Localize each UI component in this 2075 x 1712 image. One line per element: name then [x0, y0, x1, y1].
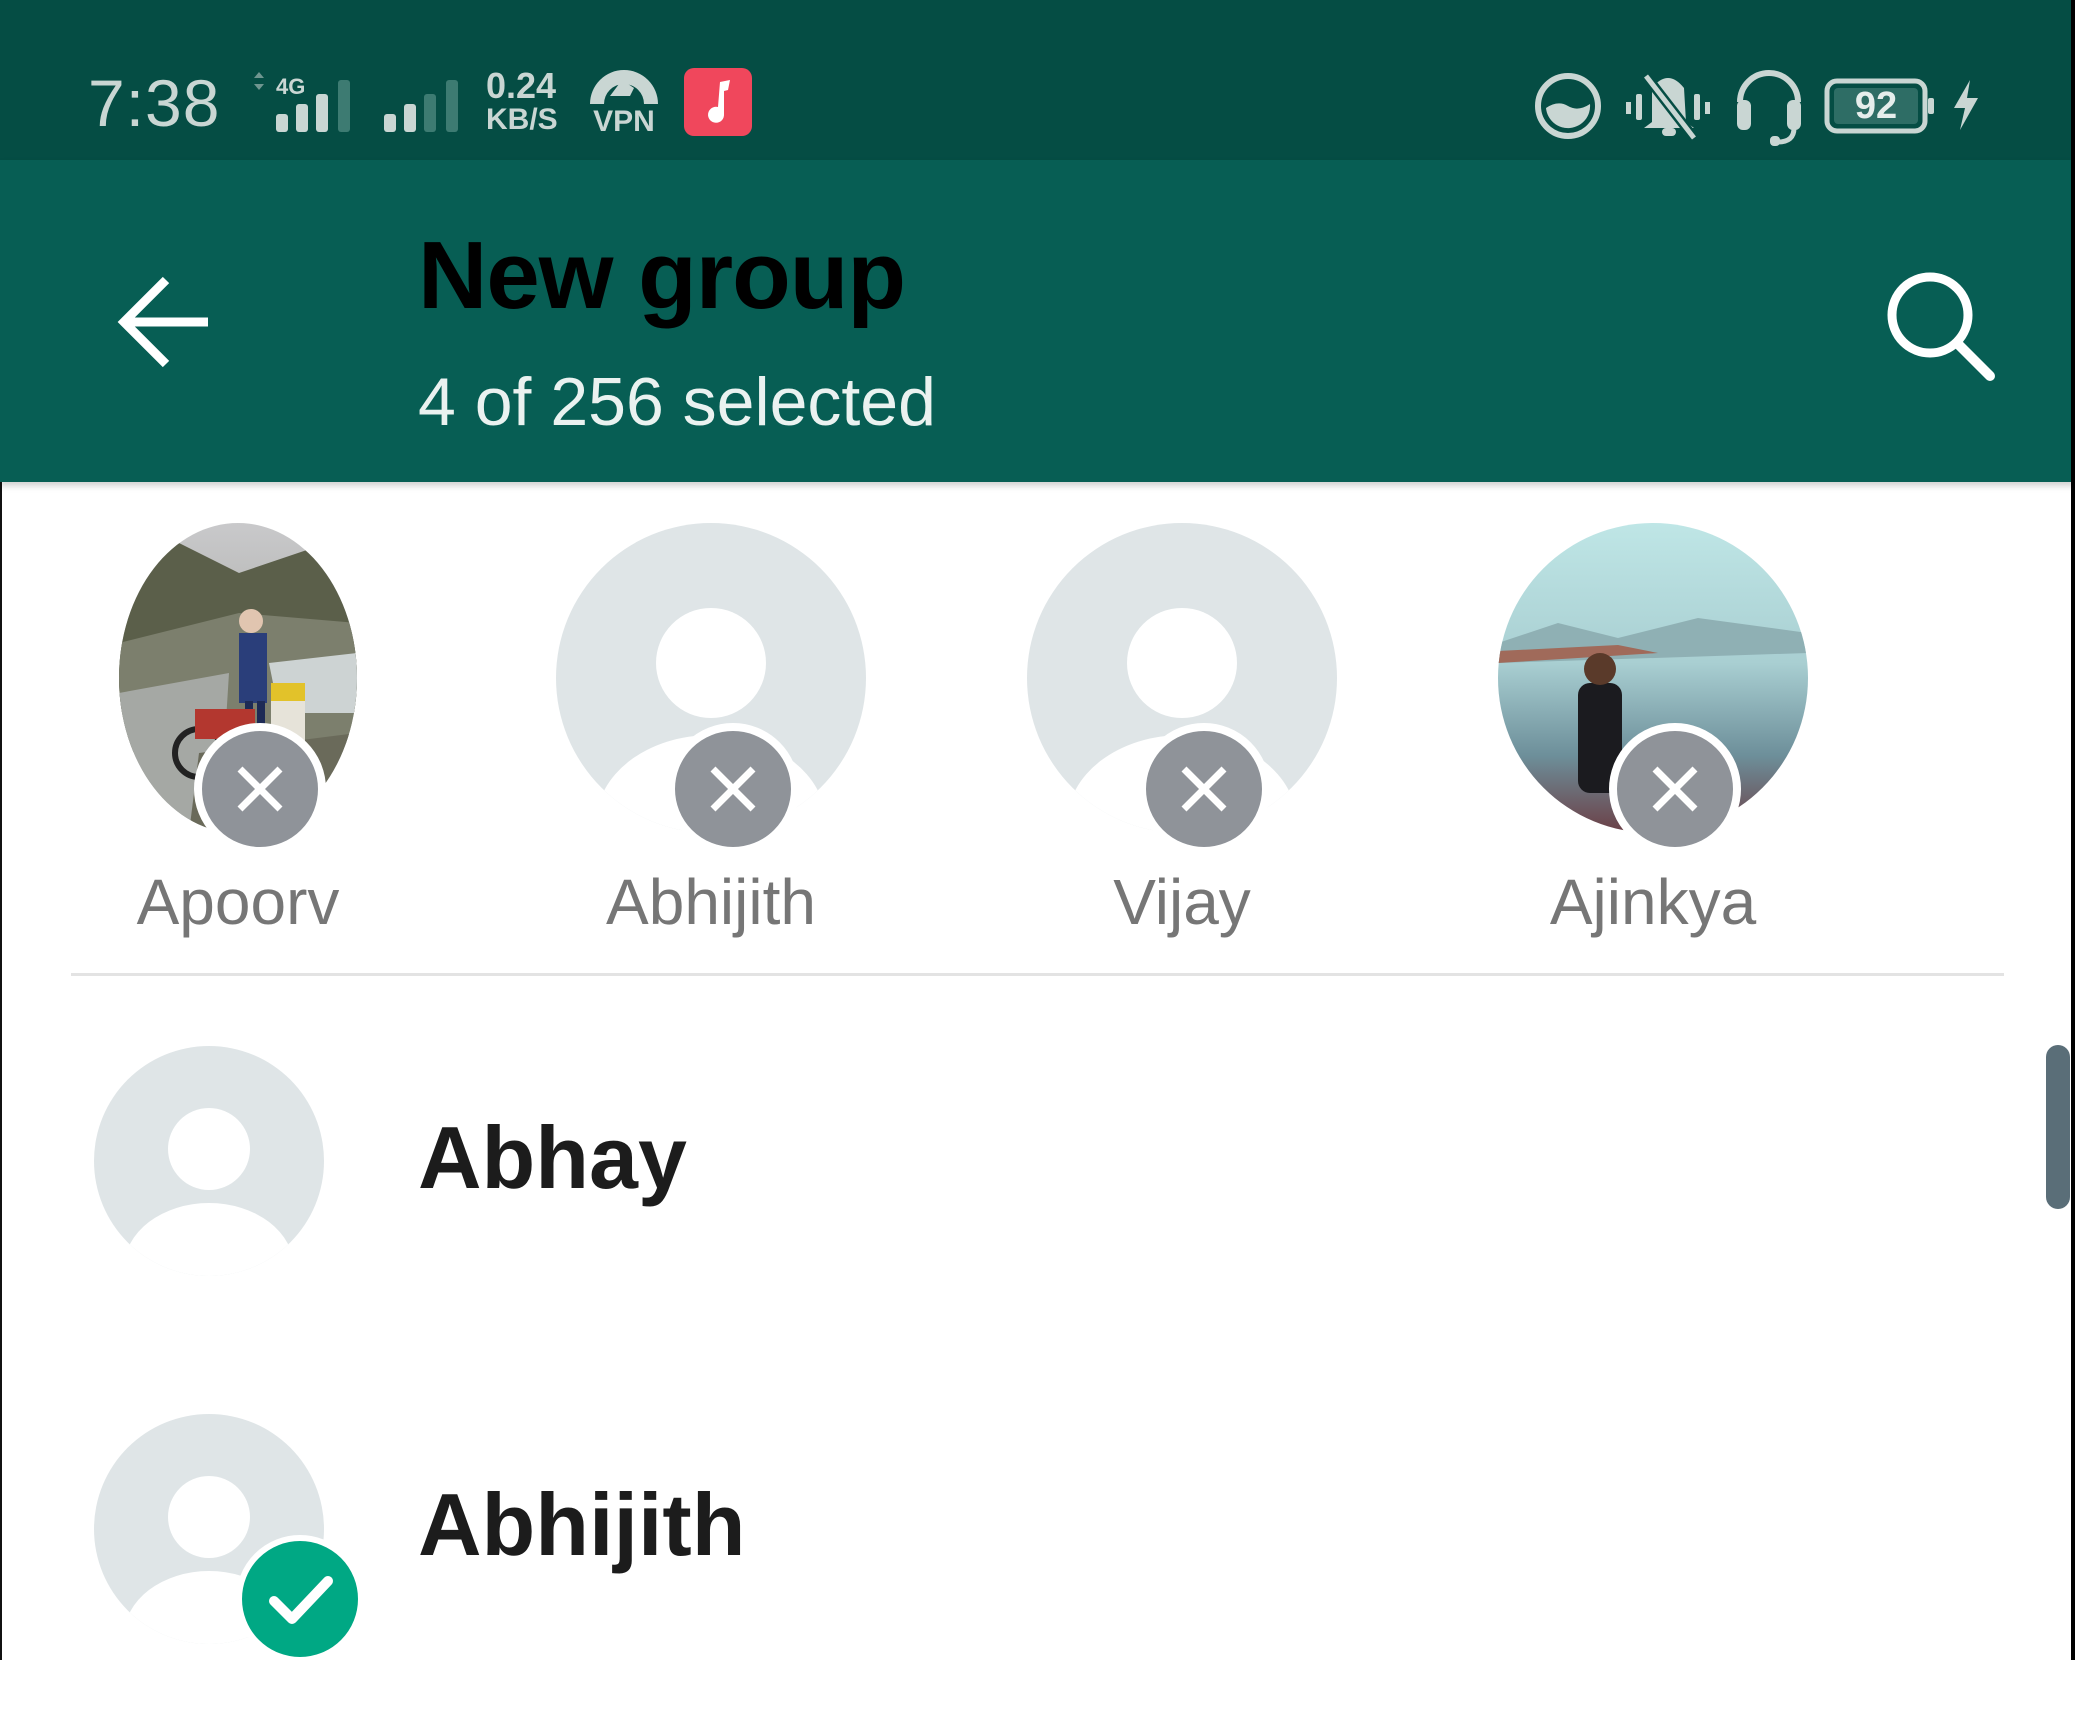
- arrow-left-icon: [117, 276, 208, 368]
- selected-contact-name: Vijay: [1113, 866, 1251, 938]
- default-avatar-icon: [94, 1046, 324, 1276]
- screen-edge: [2071, 0, 2075, 1660]
- selected-contact-chip[interactable]: Vijay: [1012, 523, 1352, 963]
- data-saver-icon: [1532, 70, 1604, 142]
- selected-contact-chip[interactable]: Abhijith: [541, 523, 881, 963]
- selection-count: 4 of 256 selected: [418, 364, 936, 440]
- remove-contact-button[interactable]: [667, 723, 799, 855]
- battery-percent: 92: [1854, 85, 1898, 127]
- selected-contact-name: Apoorv: [136, 866, 340, 938]
- remove-contact-button[interactable]: [1138, 723, 1270, 855]
- search-button[interactable]: [1870, 260, 2000, 390]
- contact-row[interactable]: Abhay: [0, 985, 2040, 1345]
- selected-contact-name: Ajinkya: [1549, 866, 1757, 938]
- status-bar: 7:38 4G 0.24 KB/S VPN 92: [0, 0, 2075, 160]
- selected-contact-chip[interactable]: Apoorv: [68, 523, 408, 963]
- music-app-icon: [684, 68, 752, 136]
- page-title: New group: [418, 222, 906, 329]
- contact-name: Abhijith: [418, 1475, 746, 1574]
- app-bar: [0, 160, 2075, 482]
- checkmark-icon: [269, 1576, 333, 1624]
- vpn-icon: VPN: [586, 66, 662, 140]
- contact-name: Abhay: [418, 1108, 687, 1207]
- data-speed-value: 0.24: [486, 65, 557, 106]
- search-icon: [1887, 272, 1995, 381]
- selected-check-badge: [236, 1535, 364, 1663]
- selected-contact-chip[interactable]: Ajinkya: [1483, 523, 1823, 963]
- charging-icon: [1950, 80, 1982, 130]
- data-speed-unit: KB/S: [486, 103, 558, 136]
- scrollbar-thumb[interactable]: [2046, 1045, 2070, 1209]
- data-speed: 0.24 KB/S: [486, 68, 572, 138]
- headset-icon: [1734, 62, 1804, 146]
- close-icon: [237, 766, 283, 812]
- selected-contact-name: Abhijith: [606, 866, 816, 938]
- contact-row[interactable]: Abhijith: [0, 1352, 2040, 1712]
- close-icon: [710, 766, 756, 812]
- status-time: 7:38: [88, 66, 221, 140]
- divider: [71, 973, 2004, 976]
- vpn-label: VPN: [593, 105, 655, 138]
- close-icon: [1181, 766, 1227, 812]
- signal-sim2-icon: [380, 72, 470, 134]
- back-button[interactable]: [108, 270, 214, 376]
- battery-icon: 92: [1824, 78, 1936, 134]
- remove-contact-button[interactable]: [1609, 723, 1741, 855]
- remove-contact-button[interactable]: [194, 723, 326, 855]
- close-icon: [1652, 766, 1698, 812]
- network-type: 4G: [276, 74, 305, 99]
- vibrate-silent-icon: [1624, 68, 1712, 144]
- signal-sim1-icon: 4G: [246, 72, 356, 134]
